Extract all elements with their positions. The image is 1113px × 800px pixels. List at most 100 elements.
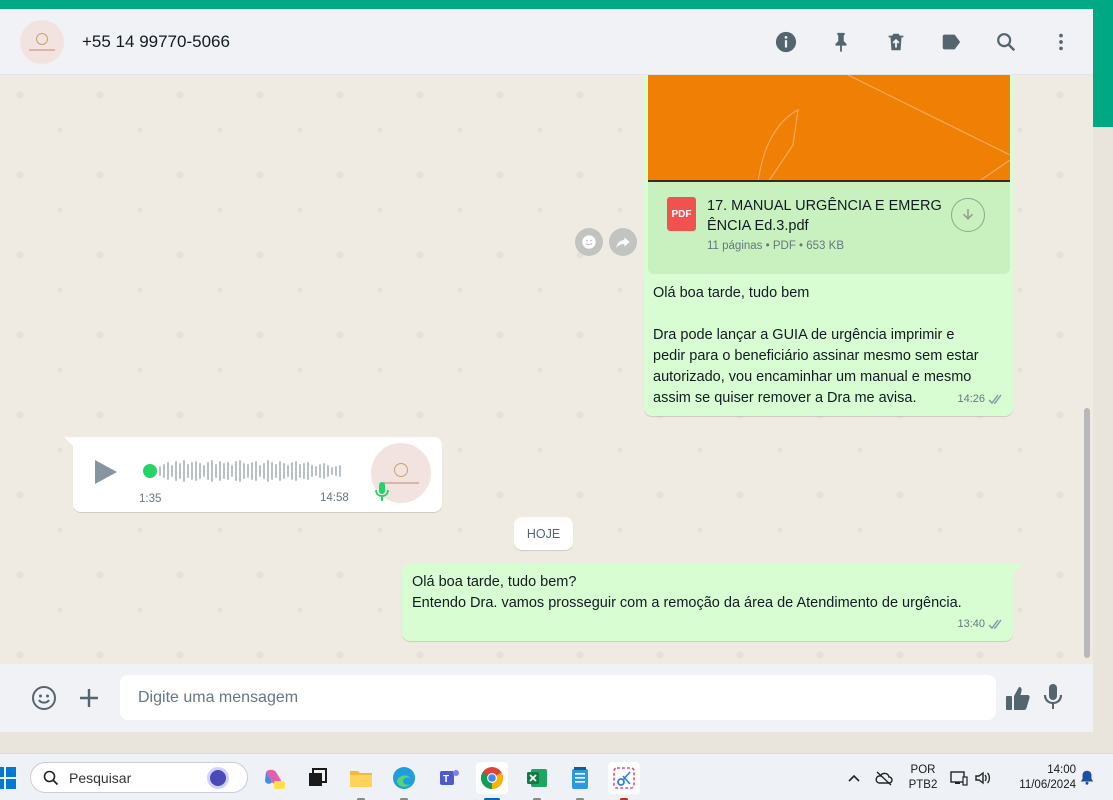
waveform-bar — [163, 464, 165, 478]
download-button[interactable] — [951, 198, 985, 232]
bubble-tail — [1013, 564, 1023, 574]
audio-message[interactable]: 1:35 14:58 — [73, 437, 442, 512]
forward-button[interactable] — [609, 228, 637, 256]
excel-icon[interactable] — [521, 762, 553, 800]
document-preview[interactable] — [648, 75, 1010, 182]
document-name-line: ÊNCIA Ed.3.pdf — [707, 218, 809, 234]
whatsapp-window: +55 14 99770-5066 PDF 17. MANUAL URGÊNCI… — [0, 9, 1093, 732]
delete-icon[interactable] — [884, 30, 908, 54]
clock-date: 11/06/2024 — [1019, 779, 1076, 791]
svg-text:T: T — [443, 774, 449, 785]
edge-browser-icon[interactable] — [388, 762, 420, 800]
waveform-bar — [191, 462, 193, 480]
double-check-icon — [988, 619, 1002, 630]
emoji-button[interactable] — [30, 684, 58, 712]
waveform-bar — [247, 464, 249, 478]
waveform-bar — [179, 463, 181, 479]
play-icon[interactable] — [95, 460, 117, 484]
input-language[interactable]: POR PTB2 — [906, 763, 940, 793]
message-list[interactable]: PDF 17. MANUAL URGÊNCIA E EMERG ÊNCIA Ed… — [0, 75, 1093, 664]
copilot-app-icon[interactable] — [258, 762, 290, 794]
waveform-bar — [275, 464, 277, 478]
waveform-bar — [307, 462, 309, 480]
search-icon[interactable] — [994, 30, 1018, 54]
file-explorer-icon[interactable] — [345, 762, 377, 800]
waveform-bar — [279, 461, 281, 481]
windows-start-icon[interactable] — [0, 767, 16, 789]
double-check-icon — [988, 394, 1002, 405]
plus-icon — [80, 689, 98, 707]
system-clock[interactable]: 14:00 11/06/2024 — [1004, 763, 1076, 793]
waveform-bar — [335, 466, 337, 476]
taskbar: Pesquisar T POR PTB2 14:00 11/06/2024 — [0, 753, 1113, 800]
message-line: Entendo Dra. vamos prosseguir com a remo… — [412, 595, 962, 611]
app-top-accent — [0, 0, 1113, 9]
teams-icon[interactable]: T — [433, 762, 465, 794]
mic-icon — [375, 482, 389, 501]
outgoing-message[interactable]: Olá boa tarde, tudo bem Dra pode lançar … — [644, 276, 1013, 416]
contact-avatar[interactable] — [20, 19, 64, 64]
message-time: 13:40 — [957, 618, 985, 630]
chrome-icon[interactable] — [476, 762, 508, 800]
message-line: Dra pode lançar a GUIA de urgência impri… — [653, 327, 955, 343]
waveform-bar — [187, 464, 189, 478]
message-line: Olá boa tarde, tudo bem — [653, 285, 810, 301]
waveform-bar — [259, 465, 261, 477]
date-divider: HOJE — [514, 517, 573, 550]
chevron-up-icon[interactable] — [845, 770, 863, 786]
language-code: POR — [910, 764, 936, 776]
audio-progress-handle[interactable] — [143, 464, 157, 478]
waveform-bar — [287, 465, 289, 477]
mic-icon[interactable] — [1041, 682, 1065, 712]
avatar-logo-mark — [394, 462, 408, 477]
waveform-bar — [207, 462, 209, 480]
message-composer — [0, 664, 1093, 732]
menu-icon[interactable] — [1049, 30, 1073, 54]
chat-header: +55 14 99770-5066 — [0, 9, 1093, 75]
message-timestamp: 13:40 — [957, 614, 1004, 635]
pin-icon[interactable] — [829, 30, 853, 54]
keyboard-layout: PTB2 — [908, 779, 938, 791]
outgoing-message[interactable]: Olá boa tarde, tudo bem? Entendo Dra. va… — [402, 564, 1013, 641]
document-message[interactable]: PDF 17. MANUAL URGÊNCIA E EMERG ÊNCIA Ed… — [644, 75, 1013, 278]
react-emoji-button[interactable] — [575, 228, 603, 256]
waveform-bar — [339, 465, 341, 477]
thumbs-up-icon[interactable] — [1004, 684, 1032, 712]
label-icon[interactable] — [939, 30, 963, 54]
waveform-bar — [283, 463, 285, 479]
avatar-logo-text — [29, 48, 55, 51]
info-icon[interactable] — [774, 30, 798, 54]
task-view-icon[interactable] — [302, 762, 334, 794]
waveform-bar — [295, 461, 297, 481]
waveform-bar — [303, 463, 305, 479]
waveform-bar — [235, 461, 237, 481]
waveform-bar — [299, 464, 301, 478]
search-icon — [43, 770, 59, 785]
attach-button[interactable] — [75, 684, 103, 712]
waveform-bar — [243, 463, 245, 479]
network-icon[interactable] — [950, 770, 968, 786]
waveform-bar — [159, 466, 161, 476]
download-icon — [962, 209, 974, 220]
waveform-bar — [175, 461, 177, 481]
volume-icon[interactable] — [974, 770, 992, 786]
waveform-bar — [215, 464, 217, 478]
document-info[interactable]: PDF 17. MANUAL URGÊNCIA E EMERG ÊNCIA Ed… — [648, 182, 1010, 274]
audio-waveform[interactable] — [159, 457, 344, 485]
waveform-bar — [239, 460, 241, 482]
scrollbar[interactable] — [1084, 408, 1090, 658]
waveform-bar — [327, 465, 329, 477]
waveform-bar — [183, 460, 185, 482]
cloud-offline-icon[interactable] — [875, 770, 893, 786]
snipping-tool-icon[interactable] — [608, 762, 640, 800]
waveform-bar — [227, 462, 229, 480]
contact-name[interactable]: +55 14 99770-5066 — [82, 32, 230, 52]
document-name-line: 17. MANUAL URGÊNCIA E EMERG — [707, 198, 942, 214]
waveform-bar — [251, 462, 253, 480]
notepad-icon[interactable] — [564, 762, 596, 800]
taskbar-search[interactable]: Pesquisar — [30, 762, 248, 793]
message-timestamp: 14:26 — [957, 389, 1004, 410]
message-input[interactable] — [120, 675, 996, 720]
notification-bell-icon[interactable] — [1078, 769, 1096, 785]
